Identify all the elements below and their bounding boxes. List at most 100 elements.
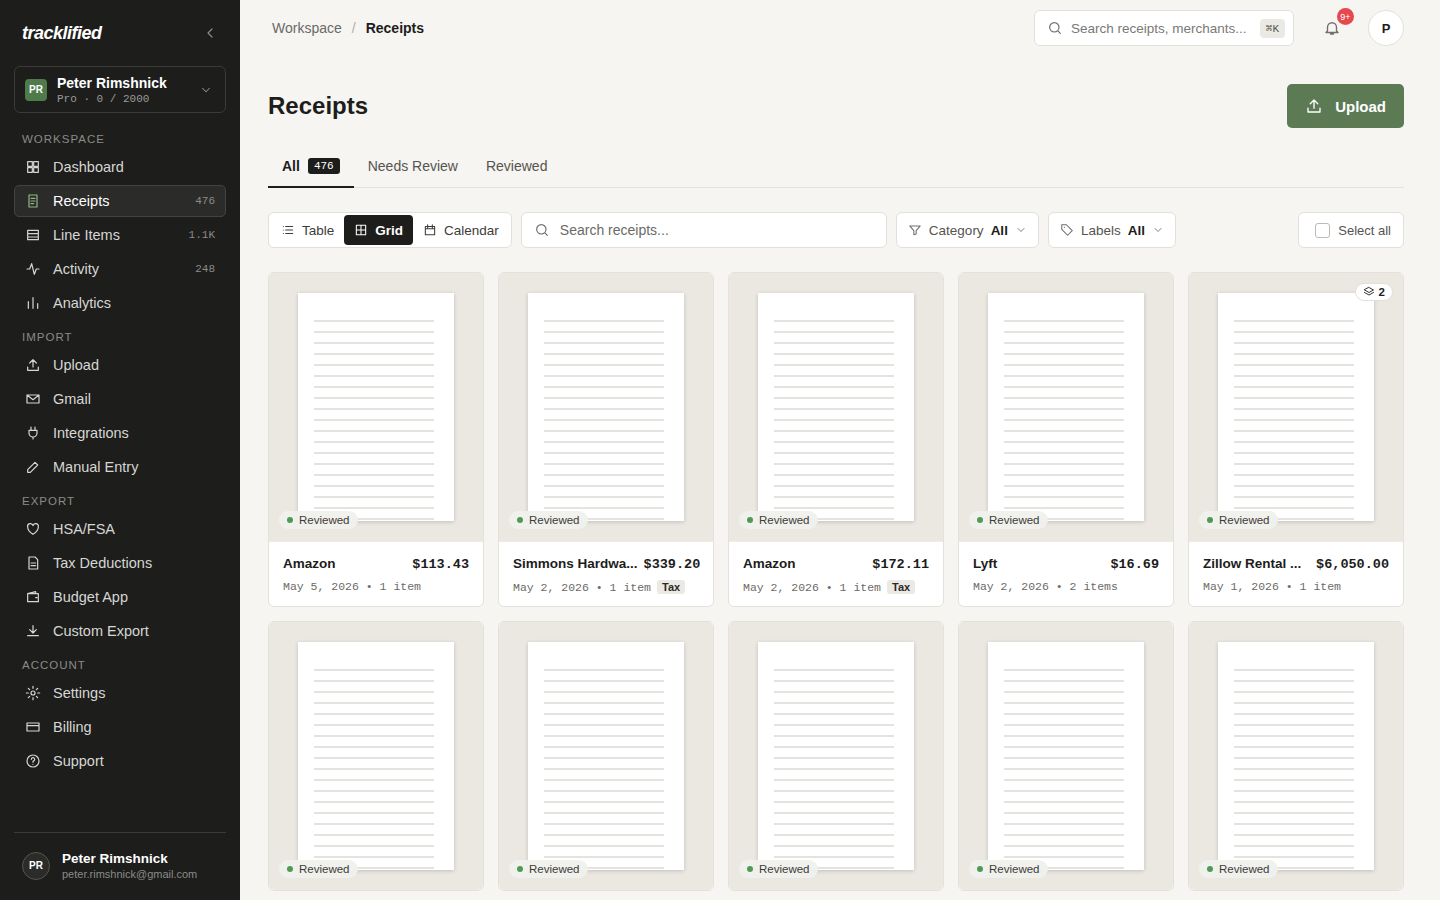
sidebar-nav: WORKSPACEDashboardReceipts476Line Items1… [14, 113, 226, 779]
topbar: Workspace/ReceiptsSearch receipts, merch… [240, 0, 1440, 56]
chevron-down-icon [199, 83, 213, 97]
nav-section: EXPORTHSA/FSATax DeductionsBudget AppCus… [14, 485, 226, 649]
receipt-thumbnail-area: Reviewed [729, 273, 943, 541]
sidebar-item[interactable]: Upload [14, 349, 226, 381]
wallet-icon [25, 589, 41, 605]
receipt-meta: May 1, 2026 • 1 item [1203, 580, 1389, 593]
sidebar-item-label: Analytics [53, 295, 215, 311]
receipt-card[interactable]: Reviewed [958, 621, 1174, 891]
tab[interactable]: Reviewed [472, 158, 561, 188]
filter-dropdown[interactable]: CategoryAll [896, 212, 1039, 248]
sidebar-item-label: Activity [53, 261, 183, 277]
activity-icon [25, 261, 41, 277]
mail-icon [25, 391, 41, 407]
sidebar-item[interactable]: Support [14, 745, 226, 777]
account-switcher[interactable]: PRPeter RimshnickPro · 0 / 2000 [14, 66, 226, 113]
sidebar-item[interactable]: Budget App [14, 581, 226, 613]
receipt-header: Simmons Hardwa... $339.20 [513, 556, 699, 572]
receipt-amount: $339.20 [644, 557, 701, 572]
pen-icon [25, 459, 41, 475]
receipt-thumbnail-area: Reviewed2 [1189, 273, 1403, 541]
receipt-card[interactable]: Reviewed2Zillow Rental ...$6,050.00May 1… [1188, 272, 1404, 607]
view-button[interactable]: Calendar [413, 215, 509, 245]
status-dot [287, 517, 293, 523]
upload-button[interactable]: Upload [1287, 84, 1404, 128]
status-dot [517, 866, 523, 872]
heart-icon [25, 521, 41, 537]
sidebar-item[interactable]: Gmail [14, 383, 226, 415]
status-label: Reviewed [299, 863, 350, 875]
receipt-card[interactable]: Reviewed [728, 621, 944, 891]
receipt-card[interactable]: ReviewedSimmons Hardwa...$339.20May 2, 2… [498, 272, 714, 607]
upload-button-label: Upload [1335, 98, 1386, 115]
sidebar-item[interactable]: Analytics [14, 287, 226, 319]
sidebar-item[interactable]: Integrations [14, 417, 226, 449]
sidebar-item[interactable]: Billing [14, 711, 226, 743]
nav-section-title: IMPORT [22, 331, 218, 343]
notifications-button[interactable]: 9+ [1320, 16, 1344, 40]
receipt-info: Lyft$16.69May 2, 2026 • 2 items [959, 541, 1173, 605]
receipt-amount: $172.11 [872, 557, 929, 572]
status-pill: Reviewed [969, 860, 1048, 878]
select-all-checkbox[interactable] [1315, 223, 1330, 238]
sidebar-item[interactable]: Settings [14, 677, 226, 709]
merchant-name: Amazon [283, 556, 336, 571]
sidebar-item[interactable]: Custom Export [14, 615, 226, 647]
notification-badge: 9+ [1337, 8, 1354, 25]
chevron-down-icon [1015, 224, 1027, 236]
receipt-search[interactable]: Search receipts... [521, 212, 887, 248]
funnel-icon [908, 223, 922, 237]
sidebar-item-label: Line Items [53, 227, 177, 243]
receipt-card[interactable]: ReviewedAmazon$113.43May 5, 2026 • 1 ite… [268, 272, 484, 607]
sidebar-item-label: HSA/FSA [53, 521, 215, 537]
sidebar-item[interactable]: Activity248 [14, 253, 226, 285]
view-button[interactable]: Table [271, 215, 344, 245]
user-email: peter.rimshnick@gmail.com [62, 868, 197, 880]
sidebar-item[interactable]: HSA/FSA [14, 513, 226, 545]
status-pill: Reviewed [739, 860, 818, 878]
sidebar-item-label: Tax Deductions [53, 555, 215, 571]
sidebar-item-label: Receipts [53, 193, 183, 209]
shortcut-key: ⌘K [1260, 19, 1285, 38]
tab[interactable]: All476 [268, 158, 354, 188]
receipt-card[interactable]: Reviewed [268, 621, 484, 891]
sidebar-item[interactable]: Receipts 476 [14, 185, 226, 217]
tab[interactable]: Needs Review [354, 158, 472, 188]
receipt-thumbnail [758, 293, 914, 521]
view-button-label: Grid [375, 223, 403, 238]
merchant-name: Simmons Hardwa... [513, 556, 638, 571]
tabs: All476Needs ReviewReviewed [268, 158, 1404, 188]
collapse-icon[interactable] [202, 25, 218, 41]
sidebar-item-label: Upload [53, 357, 215, 373]
view-button[interactable]: Grid [344, 215, 413, 245]
sidebar-item-count: 476 [195, 195, 215, 207]
user-avatar: PR [22, 852, 50, 880]
sidebar-item-label: Dashboard [53, 159, 215, 175]
receipt-header: Amazon $172.11 [743, 556, 929, 572]
receipt-amount: $16.69 [1110, 557, 1159, 572]
receipt-info: Simmons Hardwa...$339.20May 2, 2026 • 1 … [499, 541, 713, 606]
sidebar-item[interactable]: Line Items1.1K [14, 219, 226, 251]
logo[interactable]: tracklified [22, 23, 102, 44]
sidebar-item[interactable]: Tax Deductions [14, 547, 226, 579]
breadcrumb-item[interactable]: Workspace [272, 20, 342, 36]
download-icon [25, 623, 41, 639]
receipt-card[interactable]: ReviewedLyft$16.69May 2, 2026 • 2 items [958, 272, 1174, 607]
merchant-name: Lyft [973, 556, 997, 571]
breadcrumb-item[interactable]: Receipts [366, 20, 424, 36]
receipt-card[interactable]: Reviewed [1188, 621, 1404, 891]
receipt-card[interactable]: Reviewed [498, 621, 714, 891]
status-label: Reviewed [529, 863, 580, 875]
global-search[interactable]: Search receipts, merchants...⌘K [1034, 10, 1294, 46]
receipt-card[interactable]: ReviewedAmazon$172.11May 2, 2026 • 1 ite… [728, 272, 944, 607]
sidebar-item[interactable]: Manual Entry [14, 451, 226, 483]
user-avatar-button[interactable]: P [1368, 10, 1404, 46]
sidebar-item[interactable]: Dashboard [14, 151, 226, 183]
user-profile[interactable]: PR Peter Rimshnick peter.rimshnick@gmail.c… [14, 832, 226, 900]
sidebar-item-label: Manual Entry [53, 459, 215, 475]
user-name: Peter Rimshnick [62, 851, 197, 866]
select-all[interactable]: Select all [1298, 212, 1404, 248]
receipt-search-placeholder: Search receipts... [560, 222, 669, 238]
merchant-name: Amazon [743, 556, 796, 571]
filter-dropdown[interactable]: LabelsAll [1048, 212, 1176, 248]
